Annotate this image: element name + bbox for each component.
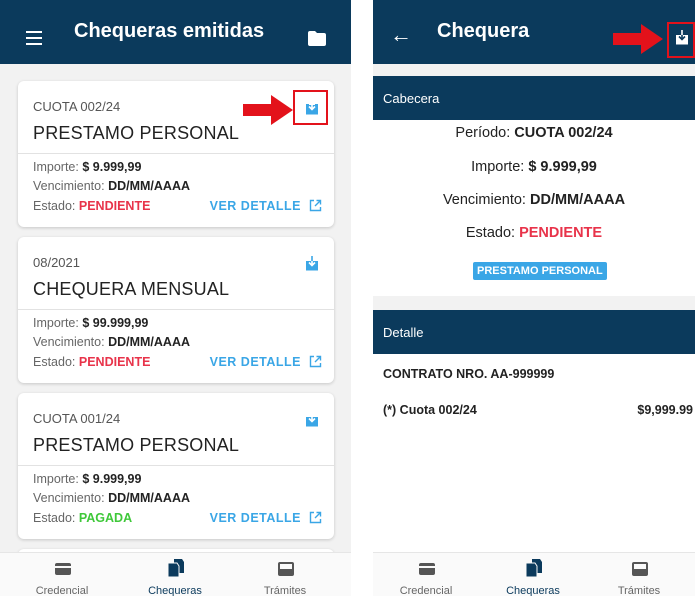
- nav-label: Chequeras: [506, 585, 560, 596]
- nav-label: Credencial: [35, 585, 89, 596]
- detalle-header: Detalle: [373, 310, 695, 354]
- contract-number: CONTRATO NRO. AA-999999: [383, 367, 555, 381]
- ver-detalle-link[interactable]: VER DETALLE: [210, 511, 322, 525]
- nav-label: Trámites: [263, 585, 307, 596]
- page-title: Chequera: [437, 20, 530, 42]
- vencimiento-line: Vencimiento: DD/MM/AAAA: [33, 491, 190, 505]
- nav-label: Trámites: [617, 585, 661, 596]
- tramites-icon: [632, 562, 648, 576]
- cabecera-header: Cabecera: [373, 76, 695, 120]
- card-period: CUOTA 002/24: [33, 99, 121, 114]
- annotation-arrow-icon: [613, 24, 663, 54]
- download-icon[interactable]: [305, 411, 319, 427]
- detail-item-label: (*) Cuota 002/24: [383, 403, 477, 417]
- external-link-icon: [309, 199, 322, 212]
- section-title: Cabecera: [383, 91, 440, 106]
- divider: [18, 153, 334, 154]
- app-bar: Chequeras emitidas: [0, 0, 351, 64]
- section-title: Detalle: [383, 325, 424, 340]
- credential-card-icon: [55, 563, 71, 575]
- estado-line: Estado: PAGADA: [33, 511, 133, 525]
- chequera-card[interactable]: CUOTA 001/24 PRESTAMO PERSONAL Importe: …: [18, 393, 334, 539]
- download-icon[interactable]: [305, 255, 319, 271]
- importe-line: Importe: $ 9.999,99: [471, 159, 597, 175]
- nav-label: Credencial: [399, 585, 453, 596]
- importe-line: Importe: $ 9.999,99: [33, 160, 142, 174]
- folder-icon[interactable]: [307, 30, 327, 47]
- vencimiento-line: Vencimiento: DD/MM/AAAA: [33, 335, 190, 349]
- ver-detalle-link[interactable]: VER DETALLE: [210, 355, 322, 369]
- annotation-highlight-box: [293, 90, 328, 125]
- chequeras-icon: [526, 559, 542, 577]
- estado-line: Estado: PENDIENTE: [33, 199, 151, 213]
- nav-item-credencial[interactable]: Credencial: [12, 553, 112, 596]
- bottom-navigation: Credencial Chequeras Trámites: [0, 552, 351, 596]
- nav-item-tramites[interactable]: Trámites: [235, 553, 335, 596]
- divider: [18, 309, 334, 310]
- annotation-highlight-box: [667, 22, 695, 58]
- vencimiento-line: Vencimiento: DD/MM/AAAA: [442, 192, 626, 208]
- importe-line: Importe: $ 9.999,99: [33, 472, 142, 486]
- divider: [18, 465, 334, 466]
- external-link-icon: [309, 511, 322, 524]
- nav-item-chequeras[interactable]: Chequeras: [483, 553, 583, 596]
- importe-line: Importe: $ 99.999,99: [33, 316, 149, 330]
- nav-label: Chequeras: [148, 585, 202, 596]
- detail-item-amount: $9,999.99: [637, 403, 693, 417]
- chequera-detail-screen: ← Chequera Cabecera Período: CUOTA 002/2…: [373, 0, 695, 596]
- nav-item-chequeras[interactable]: Chequeras: [125, 553, 225, 596]
- annotation-arrow-icon: [243, 95, 293, 125]
- ver-detalle-link[interactable]: VER DETALLE: [210, 199, 322, 213]
- card-name: PRESTAMO PERSONAL: [33, 435, 240, 455]
- vencimiento-line: Vencimiento: DD/MM/AAAA: [33, 179, 190, 193]
- tramites-icon: [278, 562, 294, 576]
- nav-item-tramites[interactable]: Trámites: [589, 553, 689, 596]
- chequeras-icon: [168, 559, 184, 577]
- card-period: 08/2021: [33, 255, 80, 270]
- menu-icon[interactable]: [26, 31, 42, 45]
- back-arrow-icon[interactable]: ←: [390, 24, 412, 46]
- external-link-icon: [309, 355, 322, 368]
- chequeras-list-screen: Chequeras emitidas CUOTA 002/24 PRESTAMO…: [0, 0, 351, 596]
- detalle-body: CONTRATO NRO. AA-999999 (*) Cuota 002/24…: [373, 354, 695, 556]
- loan-type-badge: PRESTAMO PERSONAL: [473, 262, 607, 280]
- credential-card-icon: [419, 563, 435, 575]
- periodo-line: Período: CUOTA 002/24: [455, 125, 613, 141]
- card-period: CUOTA 001/24: [33, 411, 121, 426]
- bottom-navigation: Credencial Chequeras Trámites: [373, 552, 695, 596]
- chequera-card[interactable]: 08/2021 CHEQUERA MENSUAL Importe: $ 99.9…: [18, 237, 334, 383]
- nav-item-credencial[interactable]: Credencial: [376, 553, 476, 596]
- card-name: CHEQUERA MENSUAL: [33, 279, 230, 299]
- estado-line: Estado: PENDIENTE: [465, 225, 603, 241]
- estado-line: Estado: PENDIENTE: [33, 355, 151, 369]
- page-title: Chequeras emitidas: [74, 20, 265, 42]
- card-name: PRESTAMO PERSONAL: [33, 123, 240, 143]
